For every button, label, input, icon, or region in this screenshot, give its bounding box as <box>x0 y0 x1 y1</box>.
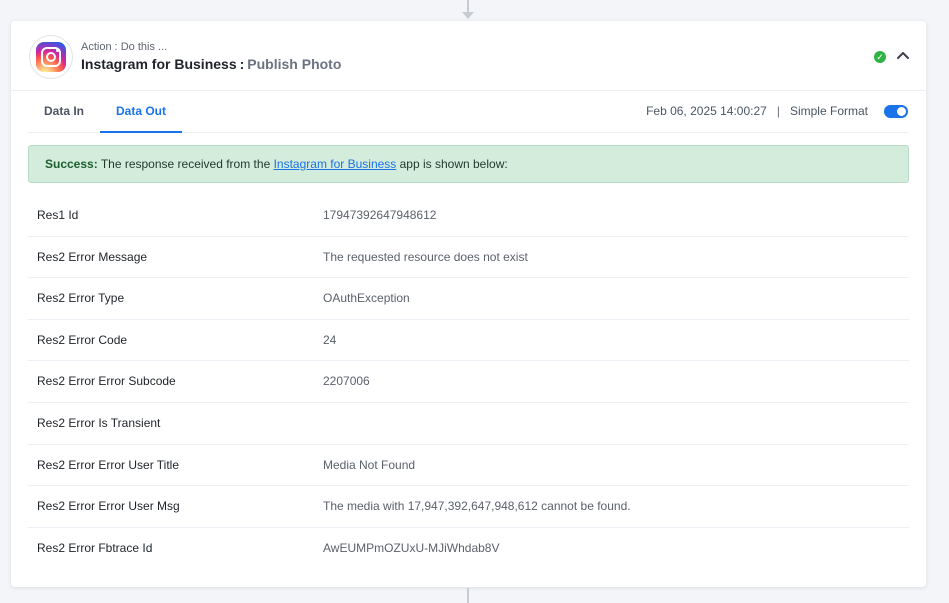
table-row: Res2 Error Code 24 <box>28 320 909 362</box>
success-banner: Success: The response received from the … <box>28 145 909 183</box>
meta-divider: | <box>776 104 780 118</box>
field-value: 2207006 <box>323 374 370 389</box>
simple-format-label: Simple Format <box>789 104 868 118</box>
action-caption: Action : Do this ... <box>81 41 168 53</box>
card-header[interactable]: Action : Do this ... Instagram for Busin… <box>11 21 926 91</box>
table-row: Res2 Error Is Transient <box>28 403 909 445</box>
data-tabbar: Data In Data Out Feb 06, 2025 14:00:27 |… <box>28 92 908 133</box>
app-link[interactable]: Instagram for Business <box>274 157 397 171</box>
banner-text-after: app is shown below: <box>396 157 508 171</box>
field-value: 24 <box>323 332 337 347</box>
tab-data-in[interactable]: Data In <box>28 92 100 133</box>
field-key: Res2 Error Type <box>37 291 125 306</box>
tab-meta: Feb 06, 2025 14:00:27 | Simple Format <box>646 92 908 130</box>
field-key: Res1 Id <box>37 208 79 222</box>
title-separator: : <box>239 56 245 72</box>
field-key: Res2 Error Is Transient <box>37 415 161 430</box>
instagram-logo-icon <box>29 35 73 79</box>
field-key: Res2 Error Error User Msg <box>37 499 180 514</box>
table-row: Res2 Error Type OAuthException <box>28 278 909 320</box>
flow-connector-bottom <box>467 588 469 603</box>
field-value: Media Not Found <box>323 457 416 472</box>
field-key: Res2 Error Message <box>37 249 148 264</box>
success-prefix: Success: <box>45 157 98 171</box>
tab-data-out[interactable]: Data Out <box>100 92 182 133</box>
execution-timestamp: Feb 06, 2025 14:00:27 <box>646 104 767 118</box>
table-row: Res2 Error Error User Msg The media with… <box>28 486 909 528</box>
table-row: Res2 Error Message The requested resourc… <box>28 237 909 279</box>
app-name: Instagram for Business <box>81 56 237 72</box>
banner-text-before: The response received from the <box>97 157 274 171</box>
collapse-button[interactable] <box>895 47 911 65</box>
action-title: Instagram for Business: Publish Photo <box>81 56 341 72</box>
action-step-card: Action : Do this ... Instagram for Busin… <box>11 21 926 587</box>
field-value: The requested resource does not exist <box>323 249 528 264</box>
field-value: 17947392647948612 <box>323 208 437 222</box>
chevron-up-icon <box>897 52 909 59</box>
toggle-knob <box>897 106 906 116</box>
simple-format-toggle[interactable] <box>884 104 908 118</box>
field-key: Res2 Error Code <box>37 332 128 347</box>
field-key: Res2 Error Error Subcode <box>37 374 176 389</box>
field-key: Res2 Error Error User Title <box>37 457 180 472</box>
field-key: Res2 Error Fbtrace Id <box>37 540 153 555</box>
table-row: Res2 Error Fbtrace Id AwEUMPmOZUxU-MJiWh… <box>28 528 909 570</box>
flow-arrow-down-icon <box>462 12 474 19</box>
check-icon: ✓ <box>874 51 886 63</box>
table-row: Res2 Error Error User Title Media Not Fo… <box>28 445 909 487</box>
response-table: Res1 Id 17947392647948612 Res2 Error Mes… <box>28 195 909 569</box>
operation-name: Publish Photo <box>247 56 342 72</box>
field-value: AwEUMPmOZUxU-MJiWhdab8V <box>323 540 500 555</box>
table-row: Res2 Error Error Subcode 2207006 <box>28 361 909 403</box>
field-value: The media with 17,947,392,647,948,612 ca… <box>323 499 631 514</box>
field-value: OAuthException <box>323 291 410 306</box>
table-row: Res1 Id 17947392647948612 <box>28 195 909 237</box>
